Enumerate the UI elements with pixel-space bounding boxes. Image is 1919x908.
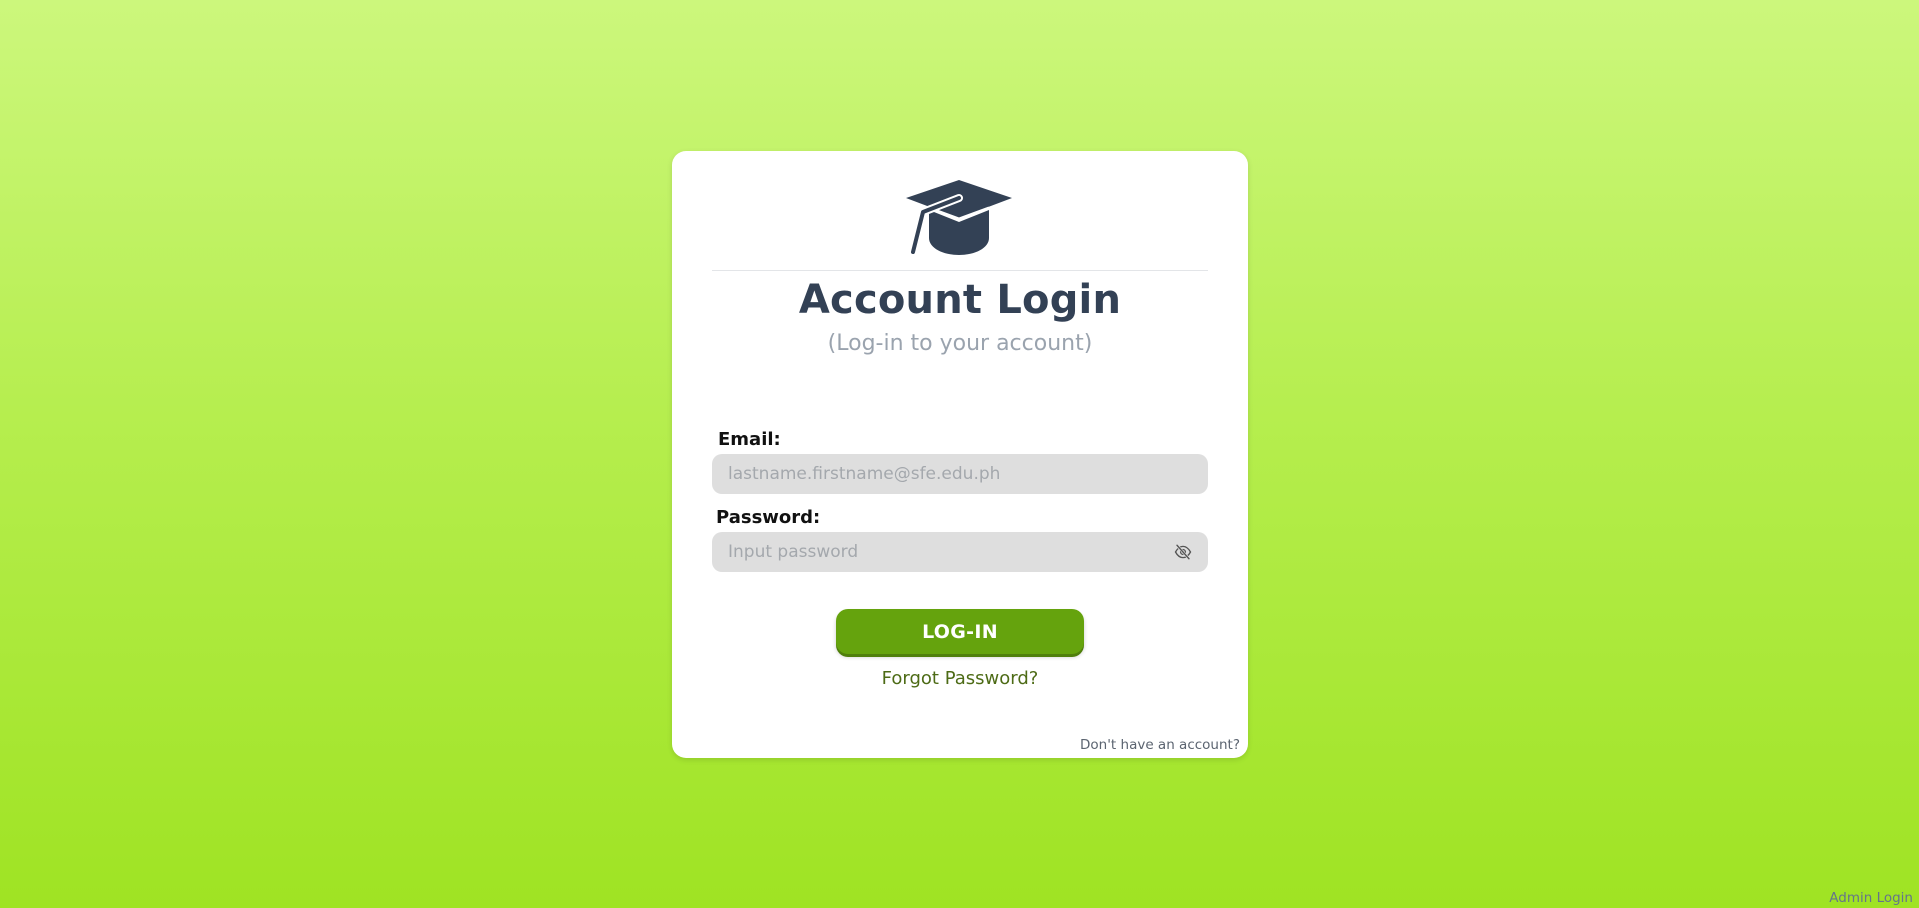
password-field-container	[712, 532, 1208, 572]
password-field[interactable]	[712, 532, 1208, 572]
admin-login-link[interactable]: Admin Login	[1829, 890, 1913, 906]
graduation-cap-icon	[906, 180, 1012, 256]
email-field[interactable]	[712, 454, 1208, 494]
header-divider	[712, 270, 1208, 271]
password-label: Password:	[716, 507, 821, 528]
login-button[interactable]: LOG-IN	[836, 609, 1084, 654]
email-field-container	[712, 454, 1208, 494]
forgot-password-link[interactable]: Forgot Password?	[672, 668, 1248, 689]
page-title: Account Login	[798, 277, 1122, 323]
email-label: Email:	[718, 429, 781, 450]
login-card: Account Login (Log-in to your account) E…	[672, 151, 1248, 758]
eye-slash-icon[interactable]	[1174, 543, 1192, 561]
signup-link[interactable]: Don't have an account?	[1080, 737, 1240, 753]
page-subtitle: (Log-in to your account)	[827, 331, 1093, 356]
